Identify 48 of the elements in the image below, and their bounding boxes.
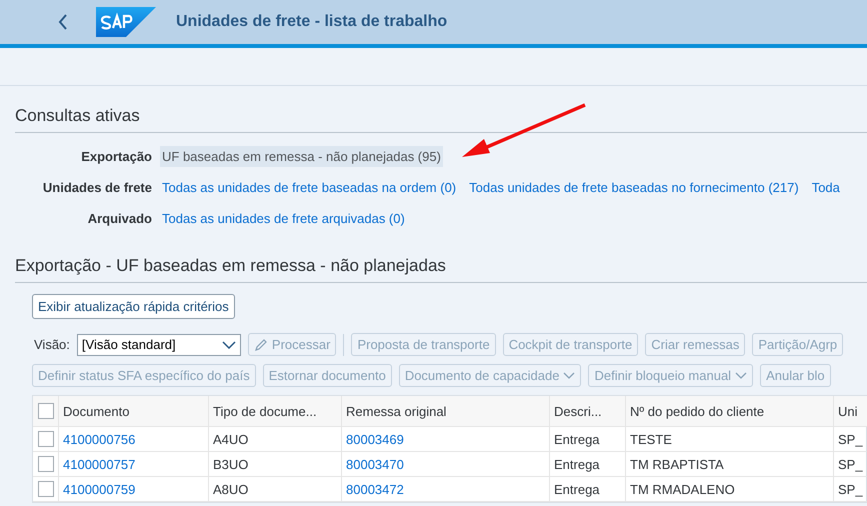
section-title: Consultas ativas xyxy=(15,86,867,133)
table-link[interactable]: 80003472 xyxy=(342,477,550,502)
table-link[interactable]: 4100000757 xyxy=(59,452,209,477)
section-title: Exportação - UF baseadas em remessa - não planejadas xyxy=(15,234,867,283)
caret-icon xyxy=(735,372,748,380)
query-link[interactable]: Toda xyxy=(810,177,842,198)
column-header[interactable]: Tipo de docume... xyxy=(209,396,342,427)
query-label: Exportação xyxy=(80,149,153,164)
table-cell: SP_ xyxy=(834,452,867,477)
row-checkbox[interactable] xyxy=(38,431,54,447)
row-checkbox[interactable] xyxy=(38,481,54,497)
table-cell: B3UO xyxy=(209,452,342,477)
select-all-checkbox[interactable] xyxy=(38,403,54,419)
table-cell: A8UO xyxy=(209,477,342,502)
view-label: Visão: xyxy=(34,337,70,352)
table-cell: SP_ xyxy=(834,477,867,502)
column-header[interactable]: Remessa original xyxy=(342,396,550,427)
table-cell: TESTE xyxy=(626,427,834,452)
table-cell: TM RMADALENO xyxy=(626,477,834,502)
table-link[interactable]: 80003470 xyxy=(342,452,550,477)
query-link[interactable]: UF baseadas em remessa - não planejadas (95) xyxy=(160,146,443,167)
dropdown-icon xyxy=(222,340,236,348)
table-link[interactable]: 80003469 xyxy=(342,427,550,452)
table-cell: SP_ xyxy=(834,427,867,452)
table-cell: Entrega xyxy=(550,427,626,452)
query-label: Arquivado xyxy=(86,211,153,226)
table-link[interactable]: 4100000759 xyxy=(59,477,209,502)
column-header[interactable]: Descri... xyxy=(550,396,626,427)
table-cell: A4UO xyxy=(209,427,342,452)
caret-icon xyxy=(563,372,576,380)
column-header[interactable]: Uni xyxy=(834,396,867,427)
criteria-button[interactable]: Exibir atualização rápida critérios xyxy=(32,294,235,319)
table-cell: Entrega xyxy=(550,452,626,477)
query-link[interactable]: Todas unidades de frete baseadas no fornecimento (217) xyxy=(467,177,801,198)
table-cell: Entrega xyxy=(550,477,626,502)
column-header[interactable]: Nº do pedido do cliente xyxy=(626,396,834,427)
table-link[interactable]: 4100000756 xyxy=(59,427,209,452)
pencil-icon xyxy=(254,338,268,352)
back-icon xyxy=(58,14,68,30)
row-checkbox[interactable] xyxy=(38,456,54,472)
column-header[interactable]: Documento xyxy=(59,396,209,427)
table-cell: TM RBAPTISTA xyxy=(626,452,834,477)
page-title: Unidades de frete - lista de trabalho xyxy=(176,13,448,31)
view-select[interactable]: [Visão standard] xyxy=(76,334,241,356)
logo-icon xyxy=(96,7,156,37)
query-link[interactable]: Todas as unidades de frete arquivadas (0) xyxy=(160,208,407,229)
query-label: Unidades de frete xyxy=(42,180,153,195)
query-link[interactable]: Todas as unidades de frete baseadas na ordem (0) xyxy=(160,177,458,198)
